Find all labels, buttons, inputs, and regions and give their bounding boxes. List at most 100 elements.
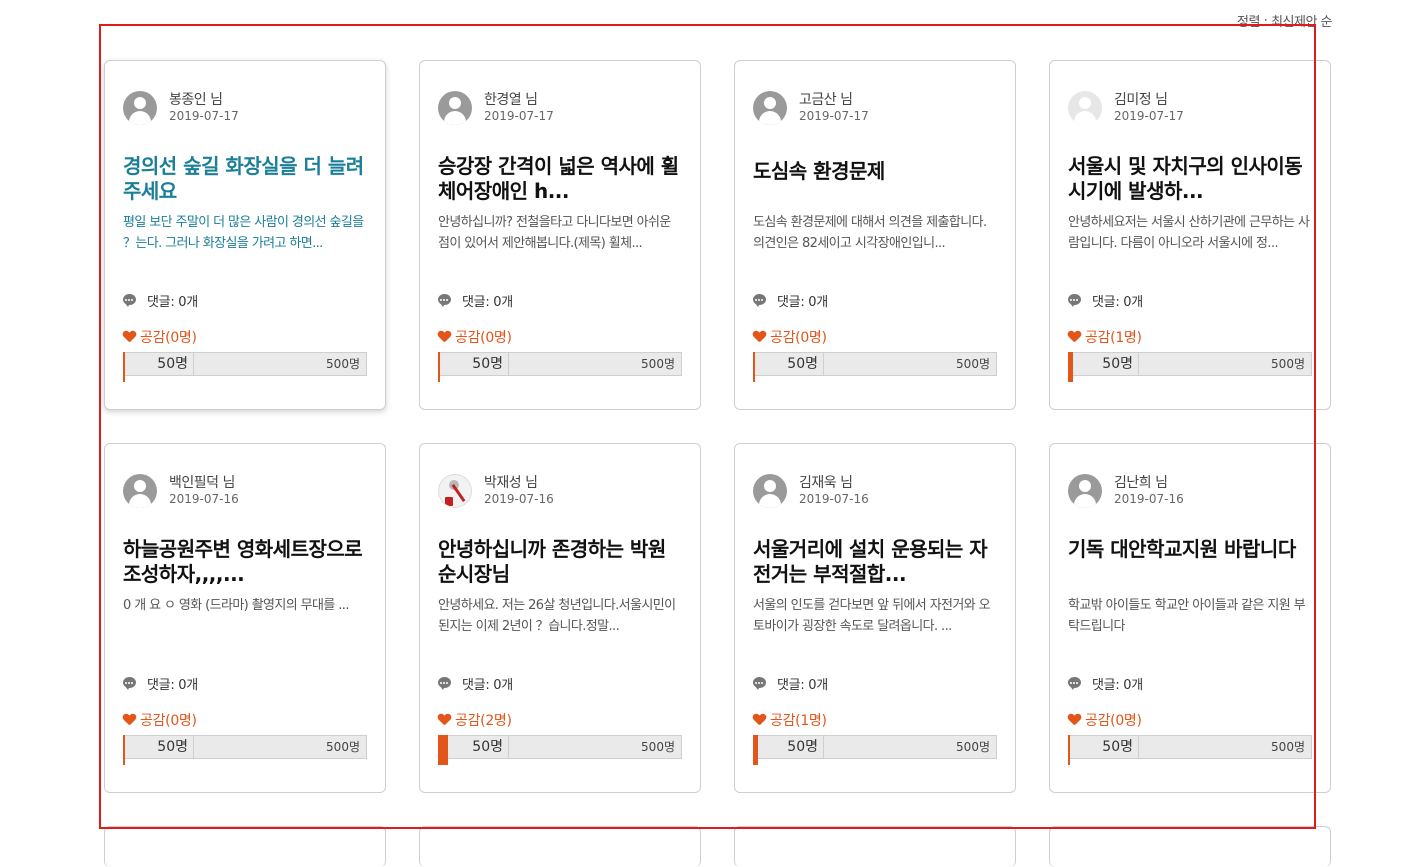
proposal-title[interactable]: 기독 대안학교지원 바랍니다 bbox=[1068, 537, 1312, 562]
author-name: 한경열 님 bbox=[484, 92, 538, 108]
avatar-photo-icon bbox=[438, 474, 472, 508]
support-progress-bar: 50명 500명 bbox=[123, 352, 367, 382]
sort-dropdown[interactable]: 정렬 : 최신제안 순 bbox=[1237, 11, 1333, 30]
avatar-icon bbox=[1068, 474, 1102, 508]
support-progress-bar: 50명 500명 bbox=[1068, 735, 1312, 765]
proposal-excerpt: 0 개 요 ㅇ 영화 (드라마) 촬영지의 무대를 ... bbox=[123, 598, 349, 613]
post-date: 2019-07-16 bbox=[1114, 492, 1184, 506]
proposal-card[interactable]: 봉종인 님 2019-07-17 경의선 숲길 화장실을 더 늘려 주세요 평일… bbox=[104, 60, 386, 410]
post-date: 2019-07-17 bbox=[799, 109, 869, 123]
progress-goal: 500명 bbox=[326, 357, 360, 371]
author-name: 봉종인 님 bbox=[169, 92, 223, 108]
proposal-card[interactable]: 김재욱 님 2019-07-16 서울거리에 설치 운용되는 자전거는 부적절합… bbox=[734, 443, 1016, 793]
proposal-excerpt: 안녕하십니까? 전철을타고 다니다보면 아쉬운 점이 있어서 제안해봅니다.(제… bbox=[438, 215, 671, 251]
heart-icon bbox=[753, 714, 766, 726]
comment-count-label: 댓글: 0개 bbox=[777, 678, 828, 693]
like-count-label: 공감(1명) bbox=[1085, 330, 1142, 346]
proposal-excerpt: 평일 보단 주말이 더 많은 사람이 경의선 숲길을 ？는다. 그러나 화장실을… bbox=[123, 215, 364, 251]
progress-goal: 500명 bbox=[326, 740, 360, 754]
proposal-card[interactable]: 백인필덕 님 2019-07-16 하늘공원주변 영화세트장으로 조성하자,,,… bbox=[104, 443, 386, 793]
proposal-excerpt: 학교밖 아이들도 학교안 아이들과 같은 지원 부탁드립니다 bbox=[1068, 598, 1306, 634]
like-count: 공감(0명) bbox=[123, 327, 197, 347]
like-count-label: 공감(0명) bbox=[1085, 713, 1142, 729]
comment-count-label: 댓글: 0개 bbox=[462, 678, 513, 693]
proposal-excerpt: 도심속 환경문제에 대해서 의견을 제출합니다. 의견인은 82세이고 시각장애… bbox=[753, 215, 987, 251]
proposal-title[interactable]: 승강장 간격이 넓은 역사에 휠체어장애인 h... bbox=[438, 154, 682, 204]
proposal-excerpt: 안녕하세요저는 서울시 산하기관에 근무하는 사람입니다. 다름이 아니오라 서… bbox=[1068, 215, 1310, 251]
comment-bubble-icon bbox=[123, 294, 136, 307]
progress-goal: 500명 bbox=[1271, 740, 1305, 754]
support-progress-bar: 50명 500명 bbox=[438, 352, 682, 382]
heart-icon bbox=[753, 331, 766, 343]
avatar-icon bbox=[438, 91, 472, 125]
author-name: 백인필덕 님 bbox=[169, 475, 235, 491]
comment-bubble-icon bbox=[753, 677, 766, 690]
proposal-card[interactable]: 한경열 님 2019-07-17 승강장 간격이 넓은 역사에 휠체어장애인 h… bbox=[419, 60, 701, 410]
proposal-card-partial[interactable] bbox=[104, 826, 386, 867]
support-progress-bar: 50명 500명 bbox=[1068, 352, 1312, 382]
heart-icon bbox=[123, 714, 136, 726]
post-date: 2019-07-17 bbox=[484, 109, 554, 123]
proposal-title[interactable]: 서울시 및 자치구의 인사이동 시기에 발생하... bbox=[1068, 154, 1312, 204]
like-count-label: 공감(0명) bbox=[770, 330, 827, 346]
author-name: 김재욱 님 bbox=[799, 475, 853, 491]
heart-icon bbox=[1068, 331, 1081, 343]
proposal-title[interactable]: 하늘공원주변 영화세트장으로 조성하자,,,,... bbox=[123, 537, 367, 587]
progress-current: 50명 bbox=[1069, 736, 1139, 758]
support-progress-bar: 50명 500명 bbox=[123, 735, 367, 765]
comment-count-label: 댓글: 0개 bbox=[777, 295, 828, 310]
proposal-title[interactable]: 경의선 숲길 화장실을 더 늘려 주세요 bbox=[123, 154, 367, 204]
next-row-cards bbox=[104, 826, 1331, 867]
like-count-label: 공감(2명) bbox=[455, 713, 512, 729]
proposal-card[interactable]: 박재성 님 2019-07-16 안녕하십니까 존경하는 박원순시장님 안녕하세… bbox=[419, 443, 701, 793]
progress-goal: 500명 bbox=[641, 740, 675, 754]
progress-goal: 500명 bbox=[956, 357, 990, 371]
comment-bubble-icon bbox=[438, 677, 451, 690]
proposal-title[interactable]: 도심속 환경문제 bbox=[753, 159, 997, 184]
proposal-card[interactable]: 김미정 님 2019-07-17 서울시 및 자치구의 인사이동 시기에 발생하… bbox=[1049, 60, 1331, 410]
author-name: 김미정 님 bbox=[1114, 92, 1168, 108]
proposal-excerpt: 서울의 인도를 걷다보면 앞 뒤에서 자전거와 오토바이가 굉장한 속도로 달려… bbox=[753, 598, 991, 634]
like-count: 공감(0명) bbox=[1068, 710, 1142, 730]
post-date: 2019-07-16 bbox=[799, 492, 869, 506]
comment-bubble-icon bbox=[123, 677, 136, 690]
post-date: 2019-07-16 bbox=[484, 492, 554, 506]
avatar-icon bbox=[753, 474, 787, 508]
heart-icon bbox=[1068, 714, 1081, 726]
post-date: 2019-07-17 bbox=[1114, 109, 1184, 123]
support-progress-bar: 50명 500명 bbox=[753, 735, 997, 765]
comment-count-label: 댓글: 0개 bbox=[1092, 678, 1143, 693]
like-count-label: 공감(0명) bbox=[455, 330, 512, 346]
avatar-icon bbox=[123, 474, 157, 508]
proposal-card[interactable]: 김난희 님 2019-07-16 기독 대안학교지원 바랍니다 학교밖 아이들도… bbox=[1049, 443, 1331, 793]
progress-goal: 500명 bbox=[1271, 357, 1305, 371]
comment-bubble-icon bbox=[753, 294, 766, 307]
proposal-grid: 봉종인 님 2019-07-17 경의선 숲길 화장실을 더 늘려 주세요 평일… bbox=[104, 60, 1331, 793]
like-count-label: 공감(0명) bbox=[140, 713, 197, 729]
proposal-card-partial[interactable] bbox=[419, 826, 701, 867]
progress-current: 50명 bbox=[124, 736, 194, 758]
author-name: 고금산 님 bbox=[799, 92, 853, 108]
proposal-card[interactable]: 고금산 님 2019-07-17 도심속 환경문제 도심속 환경문제에 대해서 … bbox=[734, 60, 1016, 410]
heart-icon bbox=[438, 331, 451, 343]
comment-count-label: 댓글: 0개 bbox=[462, 295, 513, 310]
heart-icon bbox=[438, 714, 451, 726]
progress-goal: 500명 bbox=[641, 357, 675, 371]
comment-bubble-icon bbox=[1068, 677, 1081, 690]
avatar-icon bbox=[753, 91, 787, 125]
proposal-title[interactable]: 서울거리에 설치 운용되는 자전거는 부적절합... bbox=[753, 537, 997, 587]
proposal-card-partial[interactable] bbox=[1049, 826, 1331, 867]
heart-icon bbox=[123, 331, 136, 343]
proposal-title[interactable]: 안녕하십니까 존경하는 박원순시장님 bbox=[438, 537, 682, 587]
author-name: 김난희 님 bbox=[1114, 475, 1168, 491]
like-count: 공감(0명) bbox=[123, 710, 197, 730]
post-date: 2019-07-16 bbox=[169, 492, 239, 506]
comment-count-label: 댓글: 0개 bbox=[147, 295, 198, 310]
like-count: 공감(0명) bbox=[438, 327, 512, 347]
support-progress-bar: 50명 500명 bbox=[753, 352, 997, 382]
author-name: 박재성 님 bbox=[484, 475, 538, 491]
like-count: 공감(1명) bbox=[753, 710, 827, 730]
progress-current: 50명 bbox=[754, 353, 824, 375]
like-count: 공감(1명) bbox=[1068, 327, 1142, 347]
proposal-card-partial[interactable] bbox=[734, 826, 1016, 867]
